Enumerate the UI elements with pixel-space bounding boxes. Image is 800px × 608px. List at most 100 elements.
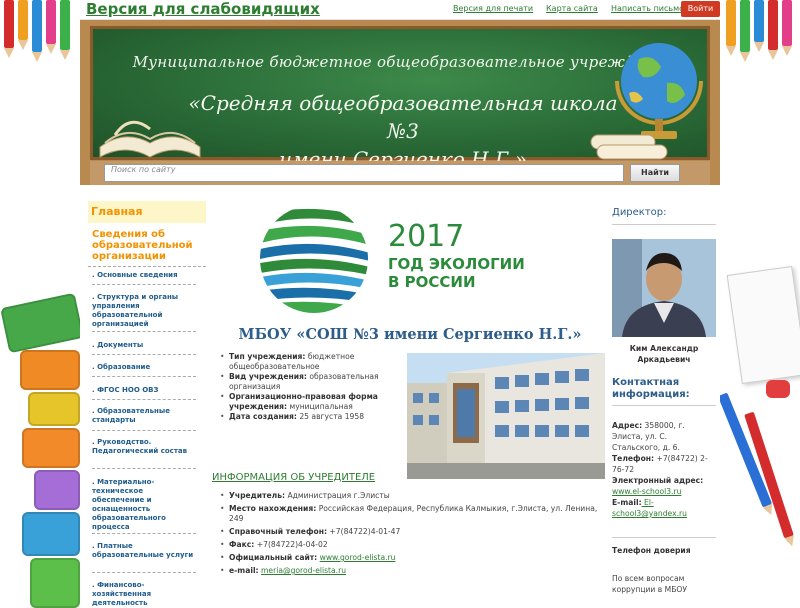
nav-item-education[interactable]: . Образование bbox=[92, 363, 196, 372]
address-label: Адрес: bbox=[612, 421, 643, 430]
nav-divider bbox=[92, 376, 196, 377]
info-value: +7(84722)4-01-47 bbox=[327, 527, 401, 536]
nav-divider bbox=[92, 354, 196, 355]
ecology-title: ГОД ЭКОЛОГИИ В РОССИИ bbox=[388, 255, 568, 291]
nav-item-structure[interactable]: . Структура и органы управления образова… bbox=[92, 293, 196, 329]
nav-section-heading[interactable]: Сведения об образовательной организации bbox=[88, 223, 206, 267]
contact-heading: Контактная информация: bbox=[612, 377, 716, 406]
list-item: Официальный сайт: www.gorod-elista.ru bbox=[218, 553, 608, 563]
official-site-link[interactable]: www.gorod-elista.ru bbox=[320, 553, 396, 562]
left-navigation: Главная Сведения об образовательной орга… bbox=[88, 201, 206, 267]
right-decoration bbox=[720, 0, 800, 608]
pencil-decoration bbox=[726, 0, 736, 56]
pencil-decoration bbox=[754, 0, 764, 52]
trust-phone-text: По всем вопросам коррупции в МБОУ bbox=[612, 574, 688, 594]
open-book-icon bbox=[99, 120, 201, 158]
sitemap-link[interactable]: Карта сайта bbox=[546, 4, 598, 13]
director-name-line1: Ким Александр bbox=[629, 344, 699, 353]
nav-divider bbox=[92, 572, 196, 573]
globe-icon bbox=[590, 43, 703, 160]
director-name-line2: Аркадьевич bbox=[637, 355, 691, 364]
school-building-photo bbox=[407, 353, 605, 479]
info-label: Тип учреждения: bbox=[229, 352, 306, 361]
pencil-decoration bbox=[4, 0, 14, 58]
info-value: 25 августа 1958 bbox=[296, 412, 365, 421]
pencil-decoration bbox=[60, 0, 70, 60]
email-heading: Электронный адрес: bbox=[612, 476, 704, 485]
nav-item-paid-services[interactable]: . Платные образовательные услуги bbox=[92, 542, 196, 560]
info-value: +7(84722)4-04-02 bbox=[254, 540, 328, 549]
nav-item-facilities[interactable]: . Материально-техническое обеспечение и … bbox=[92, 478, 196, 532]
search-input[interactable]: Поиск по сайту bbox=[104, 164, 624, 182]
info-value: муниципальная bbox=[287, 402, 353, 411]
info-label: Дата создания: bbox=[229, 412, 297, 421]
info-label: Официальный сайт: bbox=[229, 553, 318, 562]
login-button[interactable]: Войти bbox=[681, 1, 720, 17]
search-bar: Поиск по сайту Найти bbox=[90, 161, 710, 185]
school-name-line1: «Средняя общеобразовательная школа №3 bbox=[188, 91, 618, 143]
info-label: Место нахождения: bbox=[229, 504, 317, 513]
nav-item-staff[interactable]: . Руководство. Педагогический состав bbox=[92, 438, 196, 456]
director-portrait bbox=[612, 239, 716, 337]
main-content: Главная Сведения об образовательной орга… bbox=[80, 185, 720, 608]
address-line: Адрес: 358000, г. Элиста, ул. С. Стальск… bbox=[612, 420, 716, 453]
list-item: Факс: +7(84722)4-04-02 bbox=[218, 540, 608, 550]
nav-home-link[interactable]: Главная bbox=[88, 201, 206, 223]
school-site-link[interactable]: www.el-school3.ru bbox=[612, 486, 716, 497]
pencil-decoration bbox=[782, 0, 792, 56]
notepad-decoration bbox=[726, 265, 800, 385]
list-item: Дата создания: 25 августа 1958 bbox=[218, 412, 408, 422]
list-item: Тип учреждения: бюджетное общеобразовате… bbox=[218, 352, 408, 372]
phone-line: Телефон: +7(84722) 2-76-72 bbox=[612, 453, 716, 475]
nav-item-documents[interactable]: . Документы bbox=[92, 341, 196, 350]
org-title: МБОУ «СОШ №3 имени Сергиенко Н.Г.» bbox=[238, 326, 582, 343]
school-building-illustration bbox=[407, 353, 605, 479]
list-item: Учредитель: Администрация г.Элисты bbox=[218, 491, 608, 501]
director-name: Ким Александр Аркадьевич bbox=[612, 343, 716, 365]
nav-divider bbox=[92, 399, 196, 400]
nav-divider bbox=[92, 468, 196, 469]
pencil-decoration bbox=[32, 0, 42, 62]
list-item: Вид учреждения: образовательная организа… bbox=[218, 372, 408, 392]
book-decoration bbox=[34, 470, 80, 510]
ecology-title-line1: ГОД ЭКОЛОГИИ bbox=[388, 255, 525, 273]
sharpener-decoration bbox=[766, 380, 790, 398]
book-decoration bbox=[20, 350, 80, 390]
list-item: Справочный телефон: +7(84722)4-01-47 bbox=[218, 527, 608, 537]
info-value: Администрация г.Элисты bbox=[285, 491, 390, 500]
nav-item-standards[interactable]: . Образовательные стандарты bbox=[92, 407, 196, 425]
search-button[interactable]: Найти bbox=[630, 164, 680, 182]
chalkboard-banner: Муниципальное бюджетное общеобразователь… bbox=[90, 26, 710, 171]
write-letter-link[interactable]: Написать письмо bbox=[611, 4, 684, 13]
info-label: e-mail: bbox=[229, 566, 259, 575]
founder-info-list: Учредитель: Администрация г.Элисты Место… bbox=[218, 491, 608, 579]
left-decoration bbox=[0, 0, 80, 608]
list-item: Организационно-правовая форма учреждения… bbox=[218, 392, 408, 412]
info-label: Учредитель: bbox=[229, 491, 286, 500]
org-info-list: Тип учреждения: бюджетное общеобразовате… bbox=[218, 352, 408, 422]
founder-info-heading[interactable]: ИНФОРМАЦИЯ ОБ УЧРЕДИТЕЛЕ bbox=[212, 472, 375, 483]
pencil-decoration bbox=[18, 0, 28, 50]
trust-phone-heading: Телефон доверия bbox=[612, 537, 716, 555]
nav-item-fgos[interactable]: . ФГОС НОО ОВЗ bbox=[92, 386, 196, 395]
director-heading: Директор: bbox=[612, 207, 716, 225]
book-decoration bbox=[0, 292, 80, 354]
director-photo bbox=[612, 239, 716, 337]
nav-divider bbox=[92, 430, 196, 431]
site-header: Муниципальное бюджетное общеобразователь… bbox=[80, 20, 720, 185]
nav-item-finance[interactable]: . Финансово-хозяйственная деятельность bbox=[92, 581, 196, 608]
ecology-title-line2: В РОССИИ bbox=[388, 273, 476, 291]
print-version-link[interactable]: Версия для печати bbox=[453, 4, 533, 13]
nav-divider bbox=[92, 284, 196, 285]
top-bar: Версия для слабовидящих Версия для печат… bbox=[80, 0, 720, 20]
nav-item-basic-info[interactable]: . Основные сведения bbox=[92, 271, 196, 280]
list-item: e-mail: meria@gorod-elista.ru bbox=[218, 566, 608, 576]
phone-label: Телефон: bbox=[612, 454, 655, 463]
founder-email-link[interactable]: meria@gorod-elista.ru bbox=[261, 566, 346, 575]
low-vision-version-link[interactable]: Версия для слабовидящих bbox=[86, 0, 320, 18]
info-label: Факс: bbox=[229, 540, 255, 549]
book-decoration bbox=[22, 512, 80, 556]
book-decoration bbox=[22, 428, 80, 468]
contact-details: Адрес: 358000, г. Элиста, ул. С. Стальск… bbox=[612, 420, 716, 519]
nav-divider bbox=[92, 331, 196, 332]
